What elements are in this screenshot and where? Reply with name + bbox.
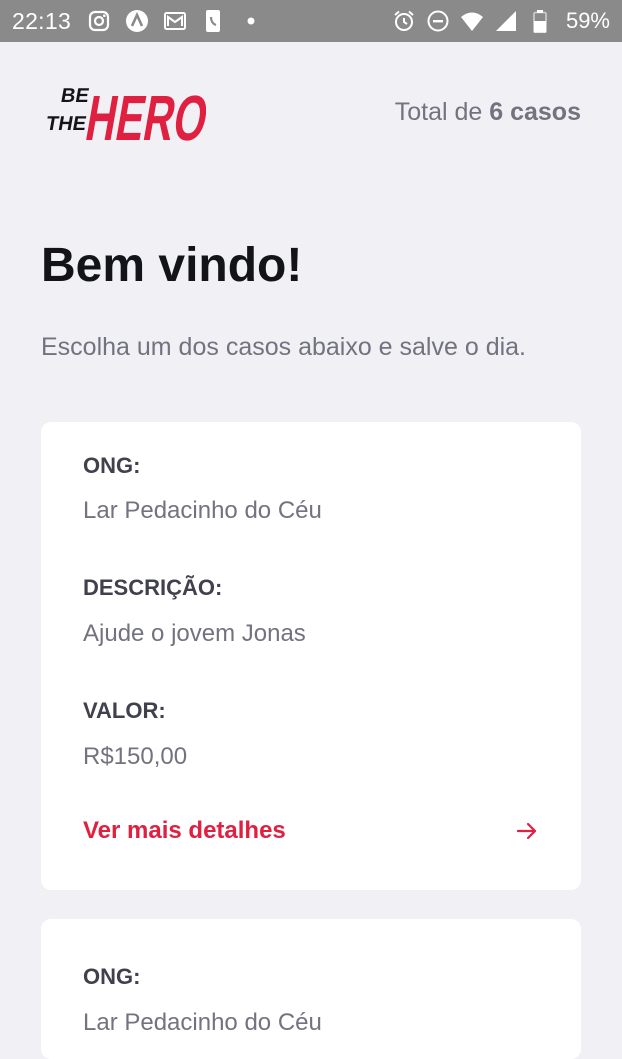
ong-label: ONG: bbox=[83, 964, 141, 989]
value-label: VALOR: bbox=[83, 698, 166, 723]
battery-percentage: 59% bbox=[565, 8, 610, 33]
app-header: BE THE HERO Total de 6 casos bbox=[41, 72, 581, 152]
ong-value: Lar Pedacinho do Céu bbox=[83, 497, 322, 524]
ong-label: ONG: bbox=[83, 453, 141, 478]
details-button[interactable]: Ver mais detalhes bbox=[83, 817, 539, 845]
a-circle-icon bbox=[125, 9, 149, 33]
page-title: Bem vindo! bbox=[41, 239, 303, 292]
dot-icon bbox=[239, 9, 263, 33]
total-cases-prefix: Total de bbox=[394, 97, 490, 126]
details-button-label: Ver mais detalhes bbox=[83, 817, 286, 844]
page-description: Escolha um dos casos abaixo e salve o di… bbox=[41, 333, 526, 361]
description-value: Ajude o jovem Jonas bbox=[83, 620, 306, 647]
be-the-hero-logo: BE THE HERO bbox=[44, 82, 206, 150]
value-amount: R$150,00 bbox=[83, 743, 188, 770]
logo-text-the: THE bbox=[44, 113, 88, 135]
signal-icon bbox=[494, 9, 518, 33]
description-label: DESCRIÇÃO: bbox=[83, 575, 223, 600]
dnd-icon bbox=[426, 9, 450, 33]
ong-value: Lar Pedacinho do Céu bbox=[83, 1009, 322, 1036]
battery-icon bbox=[528, 9, 552, 33]
status-bar-right: 59% bbox=[392, 8, 610, 34]
instagram-icon bbox=[87, 9, 111, 33]
status-bar: 22:13 59% bbox=[0, 0, 622, 42]
gallery-icon bbox=[163, 9, 187, 33]
alarm-icon bbox=[392, 9, 416, 33]
total-cases-count: 6 casos bbox=[489, 97, 581, 126]
status-time: 22:13 bbox=[12, 7, 72, 34]
case-card: ONG: Lar Pedacinho do Céu DESCRIÇÃO: Aju… bbox=[41, 422, 581, 890]
case-card: ONG: Lar Pedacinho do Céu bbox=[41, 919, 581, 1059]
logo-text-be: BE bbox=[59, 85, 91, 107]
status-bar-left: 22:13 bbox=[12, 8, 277, 35]
arrow-right-icon bbox=[516, 822, 537, 840]
phone-icon bbox=[201, 9, 225, 33]
total-cases: Total de 6 casos bbox=[395, 98, 581, 127]
logo-text-hero: HERO bbox=[81, 82, 206, 150]
wifi-icon bbox=[460, 9, 484, 33]
